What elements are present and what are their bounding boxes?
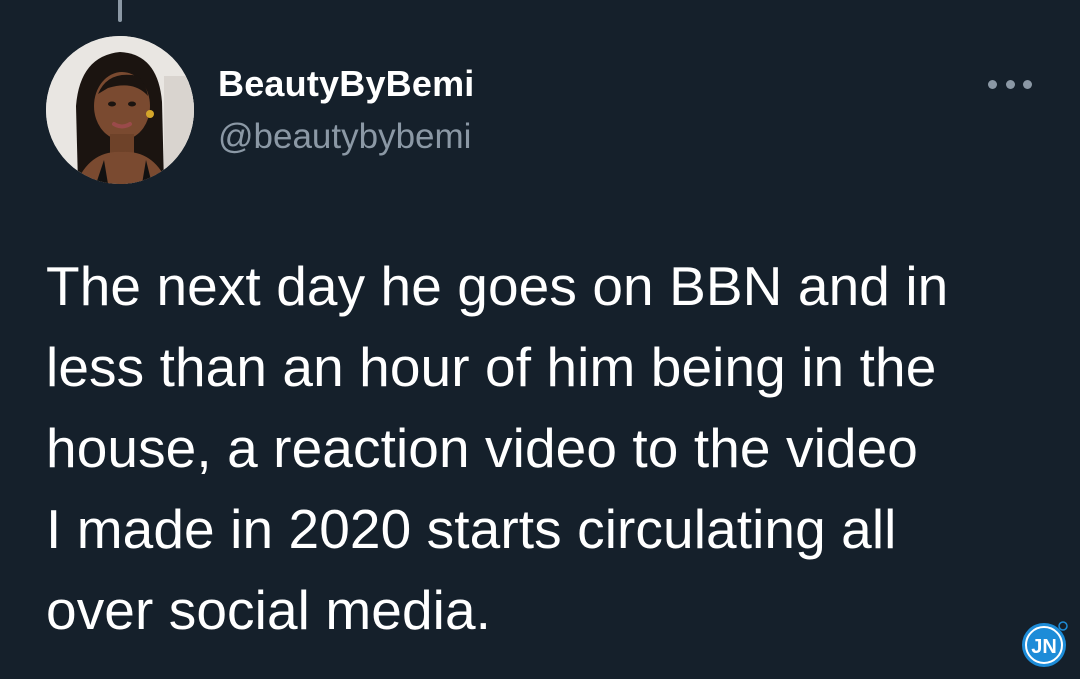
tweet-text-line: over social media. [46,579,492,641]
watermark-text: JN [1031,636,1057,658]
tweet-body: The next day he goes on BBN and in less … [46,246,1046,651]
tweet-card: BeautyByBemi @beautybybemi The next day … [0,0,1080,679]
tweet-text-line: The next day he goes on BBN and in [46,255,949,317]
tweet-text-line: less than an hour of him being in the [46,336,937,398]
ellipsis-icon [988,79,997,89]
more-options-button[interactable] [984,68,1036,100]
avatar[interactable] [46,36,194,184]
thread-connector-line [118,0,122,22]
tweet-text-line: I made in 2020 starts circulating all [46,498,897,560]
profile-photo-icon [46,36,194,184]
ellipsis-icon [1023,79,1032,89]
ellipsis-icon [1005,79,1015,89]
display-name[interactable]: BeautyByBemi [218,62,475,106]
jn-logo-icon: JN [1020,619,1070,669]
user-handle[interactable]: @beautybybemi [218,116,471,158]
tweet-text-line: house, a reaction video to the video [46,417,918,479]
